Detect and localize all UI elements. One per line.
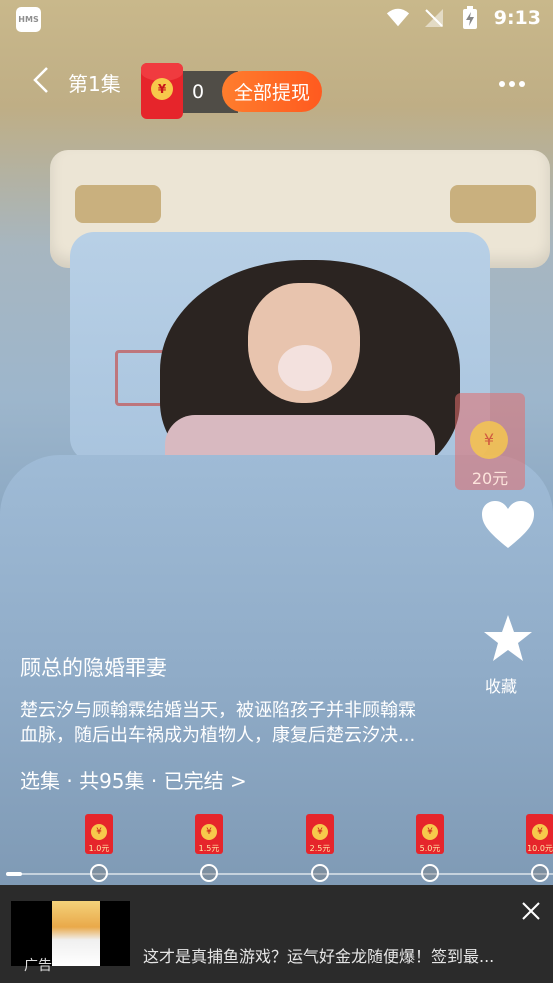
progress-track-fill — [6, 872, 22, 876]
ad-thumbnail: 广告 — [11, 901, 130, 974]
wifi-icon — [386, 6, 410, 30]
coin-icon: ¥ — [91, 824, 107, 840]
close-icon — [522, 902, 540, 920]
drama-synopsis[interactable]: 楚云汐与顾翰霖结婚当天，被诬陷孩子并非顾翰霖 血脉，随后出车祸成为植物人，康复后… — [20, 698, 460, 748]
battery-charging-icon — [458, 6, 482, 30]
ad-banner[interactable]: 广告 这才是真捕鱼游戏？运气好金龙随便爆！签到最... — [0, 885, 553, 983]
coin-icon: ¥ — [532, 824, 548, 840]
reward-progress-track[interactable]: ¥1.0元 ¥1.5元 ¥2.5元 ¥5.0元 ¥10.0元 — [0, 812, 553, 887]
ad-close-button[interactable] — [518, 898, 544, 924]
status-bar: HMS 9:13 — [0, 0, 553, 40]
like-heart-icon[interactable] — [480, 500, 536, 550]
clock: 9:13 — [493, 7, 541, 29]
milestone-amount: 5.0元 — [419, 844, 441, 853]
withdraw-all-button[interactable]: 全部提现 — [222, 71, 322, 112]
episode-title: 第1集 — [68, 72, 121, 96]
milestone-envelope[interactable]: ¥10.0元 — [526, 814, 553, 854]
more-options-button[interactable] — [497, 74, 527, 94]
milestone-amount: 10.0元 — [527, 844, 553, 853]
episode-selector-link[interactable]: 选集 · 共95集 · 已完结 > — [20, 765, 247, 794]
bed-rail-slot — [75, 185, 161, 223]
favorite-star-icon[interactable] — [482, 613, 534, 665]
milestone-envelope[interactable]: ¥1.5元 — [195, 814, 223, 854]
back-button[interactable] — [26, 64, 56, 96]
milestone-amount: 1.0元 — [88, 844, 110, 853]
coin-icon: ¥ — [422, 824, 438, 840]
hms-app-icon: HMS — [16, 7, 41, 32]
coin-count: 0 — [192, 81, 205, 103]
no-signal-icon — [422, 6, 446, 30]
coin-icon: ¥ — [312, 824, 328, 840]
ad-badge: 广告 — [24, 958, 52, 974]
reward-envelope[interactable]: ¥ 20元 — [455, 393, 525, 490]
milestone-node — [311, 864, 329, 882]
milestone-envelope[interactable]: ¥5.0元 — [416, 814, 444, 854]
synopsis-line: 楚云汐与顾翰霖结婚当天，被诬陷孩子并非顾翰霖 — [20, 700, 416, 721]
coin-icon: ¥ — [151, 78, 173, 100]
milestone-envelope[interactable]: ¥2.5元 — [306, 814, 334, 854]
drama-title: 顾总的隐婚罪妻 — [20, 656, 167, 680]
milestone-node — [531, 864, 549, 882]
milestone-amount: 2.5元 — [309, 844, 331, 853]
player-top-bar: 第1集 0 ¥ 全部提现 — [0, 60, 553, 119]
coin-icon: ¥ — [470, 421, 508, 459]
chevron-left-icon — [33, 67, 48, 93]
favorite-label: 收藏 — [485, 677, 518, 696]
bed-rail-slot — [450, 185, 536, 223]
red-envelope-icon[interactable]: ¥ — [141, 63, 183, 119]
milestone-envelope[interactable]: ¥1.0元 — [85, 814, 113, 854]
milestone-amount: 1.5元 — [198, 844, 220, 853]
synopsis-line: 血脉，随后出车祸成为植物人，康复后楚云汐决... — [20, 725, 416, 746]
milestone-node — [200, 864, 218, 882]
milestone-node — [90, 864, 108, 882]
reward-amount: 20元 — [471, 469, 509, 488]
ad-text: 这才是真捕鱼游戏？运气好金龙随便爆！签到最... — [143, 947, 495, 966]
ad-poster-image — [52, 901, 100, 966]
coin-icon: ¥ — [201, 824, 217, 840]
oxygen-mask — [278, 345, 332, 391]
milestone-node — [421, 864, 439, 882]
